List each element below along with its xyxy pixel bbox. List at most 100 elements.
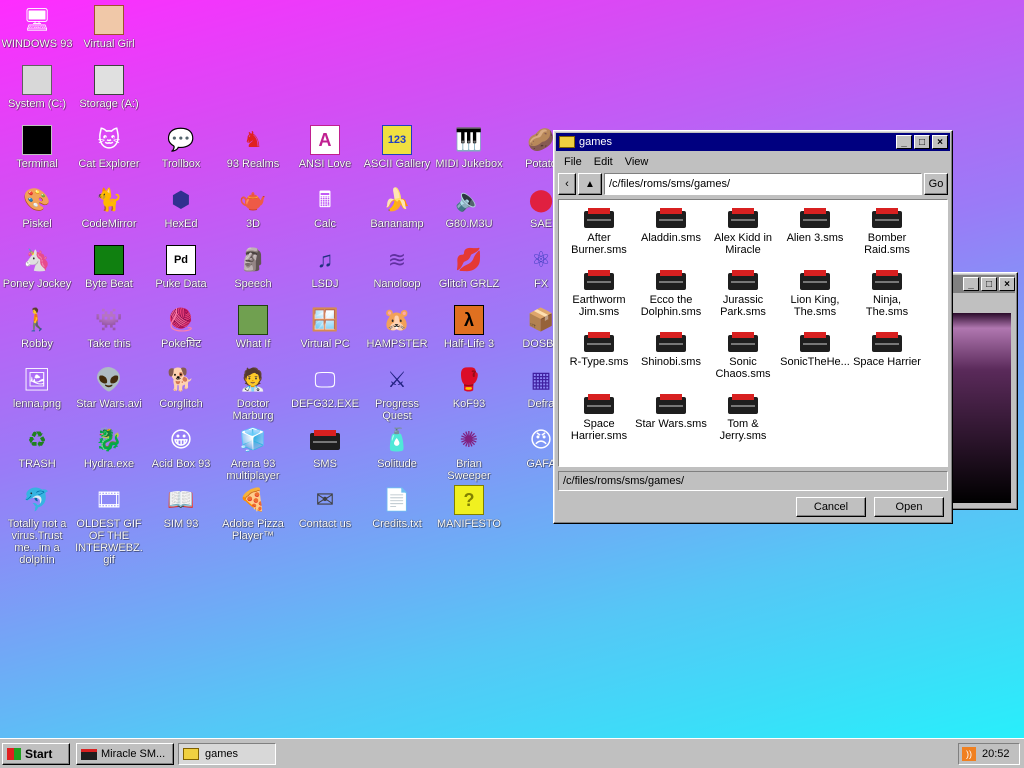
file-item[interactable]: Space Harrier.sms [563,394,635,442]
desktop-icon[interactable]: Terminal [1,124,73,170]
desktop-icon[interactable]: Storage (A:) [73,64,145,110]
desktop-icon[interactable]: Byte Beat [73,244,145,290]
open-button[interactable]: Open [874,497,944,517]
desktop-icon[interactable]: ✺ Brian Sweeper [433,424,505,482]
home-button[interactable]: ▲ [578,173,602,195]
desktop-icon[interactable]: 🎞 OLDEST GIF OF THE INTERWEBZ.gif [73,484,145,566]
file-item[interactable]: R-Type.sms [563,332,635,368]
desktop-icon[interactable]: 🫖 3D [217,184,289,230]
maximize-icon[interactable]: □ [914,135,930,149]
file-item-label: Space Harrier.sms [570,418,628,442]
desktop-icon[interactable]: 🧴 Solitude [361,424,433,470]
games-window[interactable]: games _ □ × File Edit View ‹ ▲ Go After … [553,130,953,524]
menu-view[interactable]: View [619,155,655,169]
desktop-icon[interactable]: ♫ LSDJ [289,244,361,290]
desktop-icon[interactable]: 😀 Acid Box 93 [145,424,217,470]
file-item[interactable]: Ninja, The.sms [851,270,923,318]
desktop-icon[interactable]: 💋 Glitch GRLZ [433,244,505,290]
desktop-icon[interactable]: 🍌 Bananamp [361,184,433,230]
desktop-icon[interactable]: 123 ASCII Gallery [361,124,433,170]
filename-input[interactable] [558,471,948,491]
file-item[interactable]: Space Harrier [851,332,923,368]
poke-ball-icon: 🧶 [167,307,195,332]
file-list[interactable]: After Burner.sms Aladdin.sms Alex Kidd in … [558,199,948,467]
maximize-icon[interactable]: □ [981,277,997,291]
desktop-icon[interactable]: ✉ Contact us [289,484,361,530]
file-item[interactable]: Tom & Jerry.sms [707,394,779,442]
close-icon[interactable]: × [932,135,948,149]
file-item[interactable]: Alien 3.sms [779,208,851,244]
desktop-icon[interactable]: λ Half-Life 3 [433,304,505,350]
desktop-icon[interactable]: 🖵 DEFG32.EXE [289,364,361,410]
desktop-icon[interactable]: 🐱 Cat Explorer [73,124,145,170]
desktop-icon[interactable]: 🖼 lenna.png [1,364,73,410]
minimize-icon[interactable]: _ [963,277,979,291]
desktop-icon[interactable]: 🐕 Corglitch [145,364,217,410]
close-icon[interactable]: × [999,277,1015,291]
cancel-button[interactable]: Cancel [796,497,866,517]
desktop-icon[interactable]: 🧊 Arena 93 multiplayer [217,424,289,482]
file-item[interactable]: Aladdin.sms [635,208,707,244]
menu-file[interactable]: File [558,155,588,169]
desktop-icon[interactable]: 🔈 G80.M3U [433,184,505,230]
desktop-icon[interactable]: A ANSI Love [289,124,361,170]
taskbar-item-games[interactable]: games [178,743,276,765]
file-item-label: Ecco the Dolphin.sms [640,294,702,318]
desktop-icon[interactable]: 🐬 Totally not a virus.Trust me...im a dol… [1,484,73,566]
file-item[interactable]: Alex Kidd in Miracle [707,208,779,256]
desktop-icon[interactable]: ≋ Nanoloop [361,244,433,290]
desktop-icon[interactable]: 👾 Take this [73,304,145,350]
desktop-icon[interactable]: System (C:) [1,64,73,110]
desktop-icon[interactable]: 💬 Trollbox [145,124,217,170]
file-item[interactable]: Bomber Raid.sms [851,208,923,256]
file-item[interactable]: Lion King, The.sms [779,270,851,318]
file-item[interactable]: Star Wars.sms [635,394,707,430]
start-button[interactable]: Start [2,743,70,765]
desktop-icon[interactable]: 🐹 HAMPSTER [361,304,433,350]
desktop-icon[interactable]: Pd Puke Data [145,244,217,290]
desktop-icon[interactable]: ⬢ HexEd [145,184,217,230]
desktop-icon[interactable]: 🧑‍⚕️ Doctor Marburg [217,364,289,422]
desktop-icon[interactable]: 🖩 Calc [289,184,361,230]
desktop-icon[interactable]: 🗿 Speech [217,244,289,290]
minimize-icon[interactable]: _ [896,135,912,149]
desktop-icon[interactable]: SMS [289,424,361,470]
desktop-icon[interactable]: 🎨 Piskel [1,184,73,230]
file-item[interactable]: Ecco the Dolphin.sms [635,270,707,318]
desktop-icon[interactable]: Virtual Girl [73,4,145,50]
desktop-icon[interactable]: 🪟 Virtual PC [289,304,361,350]
desktop-icon[interactable]: ? MANIFESTO [433,484,505,530]
menu-edit[interactable]: Edit [588,155,619,169]
desktop-icon[interactable]: 👽 Star Wars.avi [73,364,145,410]
desktop-icon[interactable]: ♞ 93 Realms [217,124,289,170]
desktop-icon[interactable]: ♻ TRASH [1,424,73,470]
desktop-icon[interactable]: What If [217,304,289,350]
desktop-icon[interactable]: 🖥 WINDOWS 93 [1,4,73,50]
desktop-icon[interactable]: 🚶 Robby [1,304,73,350]
file-item[interactable]: Earthworm Jim.sms [563,270,635,318]
desktop-icon[interactable]: 🧶 Pokeघिट [145,304,217,350]
file-item[interactable]: SonicTheHe... [779,332,851,368]
back-button[interactable]: ‹ [558,173,576,195]
rss-icon[interactable]: )) [962,747,976,761]
desktop-icon[interactable]: 🦄 Poney Jockey [1,244,73,290]
desktop-icon[interactable]: 🎹 MIDI Jukebox [433,124,505,170]
miracle-sms-screen[interactable] [953,313,1011,503]
file-item[interactable]: After Burner.sms [563,208,635,256]
go-button[interactable]: Go [924,173,948,195]
file-item[interactable]: Jurassic Park.sms [707,270,779,318]
file-item[interactable]: Shinobi.sms [635,332,707,368]
file-item[interactable]: Sonic Chaos.sms [707,332,779,380]
desktop-icon[interactable]: 🐈 CodeMirror [73,184,145,230]
miracle-sms-titlebar[interactable]: _ □ × [949,275,1015,293]
desktop-icon[interactable]: 🐉 Hydra.exe [73,424,145,470]
miracle-sms-window[interactable]: _ □ × [946,272,1018,510]
desktop-icon[interactable]: 📖 SIM 93 [145,484,217,530]
games-titlebar[interactable]: games _ □ × [556,133,950,151]
desktop-icon[interactable]: ⚔ Progress Quest [361,364,433,422]
path-input[interactable] [604,173,922,195]
taskbar-item-miracle-sms[interactable]: Miracle SM... [76,743,174,765]
desktop-icon[interactable]: 🥊 KoF93 [433,364,505,410]
desktop-icon[interactable]: 📄 Credits.txt [361,484,433,530]
desktop-icon[interactable]: 🍕 Adobe Pizza Player™ [217,484,289,542]
